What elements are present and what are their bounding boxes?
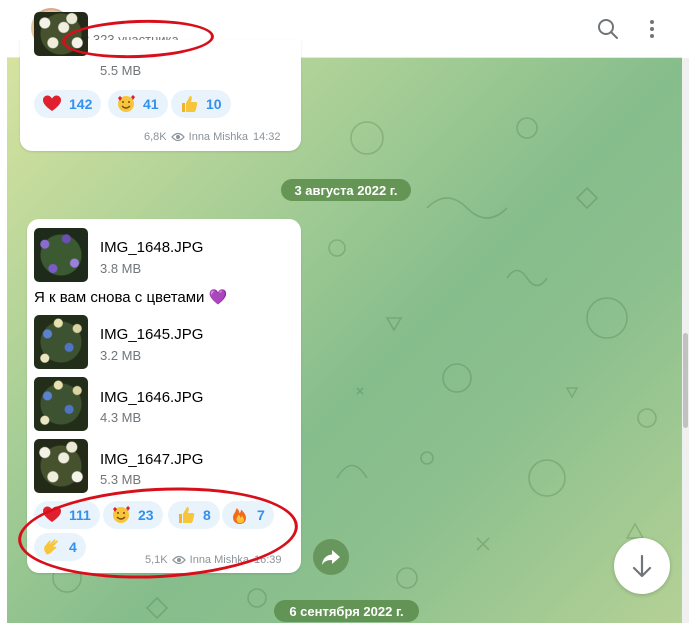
file-size: 5.3 MB (100, 472, 142, 487)
message-meta: 6,8K Inna Mishka 14:32 (144, 131, 280, 143)
file-thumbnail[interactable] (34, 228, 88, 282)
search-icon[interactable] (597, 18, 619, 40)
reaction-count: 23 (138, 507, 154, 523)
file-size: 3.8 MB (100, 261, 142, 276)
message-time: 16:39 (253, 554, 282, 566)
date-separator: 6 сентября 2022 г. (274, 600, 419, 622)
reaction-count: 7 (257, 507, 265, 523)
thumbs-up-icon (182, 96, 198, 112)
smiling-face-with-hearts-icon (118, 95, 135, 112)
reaction-clapping[interactable]: 4 (34, 533, 86, 561)
more-options-icon[interactable] (641, 18, 663, 40)
eye-icon (170, 132, 185, 142)
reaction-count: 4 (69, 539, 77, 555)
scroll-to-bottom-button[interactable] (614, 538, 670, 594)
author-signature: Inna Mishka (188, 131, 248, 143)
file-name[interactable]: IMG_1647.JPG (100, 451, 203, 468)
file-name[interactable]: IMG_1648.JPG (100, 239, 203, 256)
reaction-smiling-hearts[interactable]: 23 (103, 501, 163, 529)
share-button[interactable] (313, 539, 349, 575)
scrollbar-thumb[interactable] (683, 333, 688, 428)
reaction-count: 142 (69, 96, 93, 112)
arrow-down-icon (632, 554, 652, 578)
fire-icon (233, 508, 246, 524)
message-bubble[interactable]: 5.5 MB 142 41 10 6,8K Inna Mishka 14:32 (20, 12, 301, 151)
date-separator: 3 августа 2022 г. (281, 179, 411, 201)
file-name[interactable]: IMG_1646.JPG (100, 389, 203, 406)
scrollbar[interactable] (682, 58, 689, 623)
file-thumbnail[interactable] (34, 315, 88, 369)
message-caption: Я к вам снова с цветами 💜 (34, 289, 228, 306)
message-bubble[interactable]: IMG_1648.JPG 3.8 MB Я к вам снова с цвет… (27, 219, 301, 573)
reaction-count: 8 (203, 507, 211, 523)
eye-icon (171, 555, 186, 565)
clapping-hands-icon (44, 539, 58, 555)
reaction-count: 111 (69, 507, 91, 523)
view-count: 5,1K (145, 554, 168, 566)
smiling-face-with-hearts-icon (113, 506, 130, 523)
file-thumbnail[interactable] (34, 439, 88, 493)
message-time: 14:32 (252, 131, 281, 143)
reaction-count: 41 (143, 96, 159, 112)
reaction-fire[interactable]: 7 (222, 501, 274, 529)
file-size: 5.5 MB (100, 63, 142, 78)
author-signature: Inna Mishka (189, 554, 249, 566)
reaction-smiling-hearts[interactable]: 41 (108, 90, 168, 118)
file-thumbnail[interactable] (34, 12, 88, 56)
reaction-thumbs-up[interactable]: 8 (168, 501, 220, 529)
reaction-count: 10 (206, 96, 222, 112)
file-thumbnail[interactable] (34, 377, 88, 431)
file-name[interactable]: IMG_1645.JPG (100, 326, 203, 343)
message-meta: 5,1K Inna Mishka 16:39 (145, 554, 281, 566)
thumbs-up-icon (179, 507, 195, 523)
view-count: 6,8K (144, 131, 167, 143)
reaction-heart[interactable]: 142 (34, 90, 102, 118)
file-size: 3.2 MB (100, 348, 142, 363)
reaction-heart[interactable]: 111 (34, 501, 100, 529)
file-size: 4.3 MB (100, 410, 142, 425)
reaction-thumbs-up[interactable]: 10 (171, 90, 231, 118)
red-heart-icon (43, 506, 61, 522)
share-arrow-icon (322, 550, 340, 565)
red-heart-icon (43, 95, 61, 111)
